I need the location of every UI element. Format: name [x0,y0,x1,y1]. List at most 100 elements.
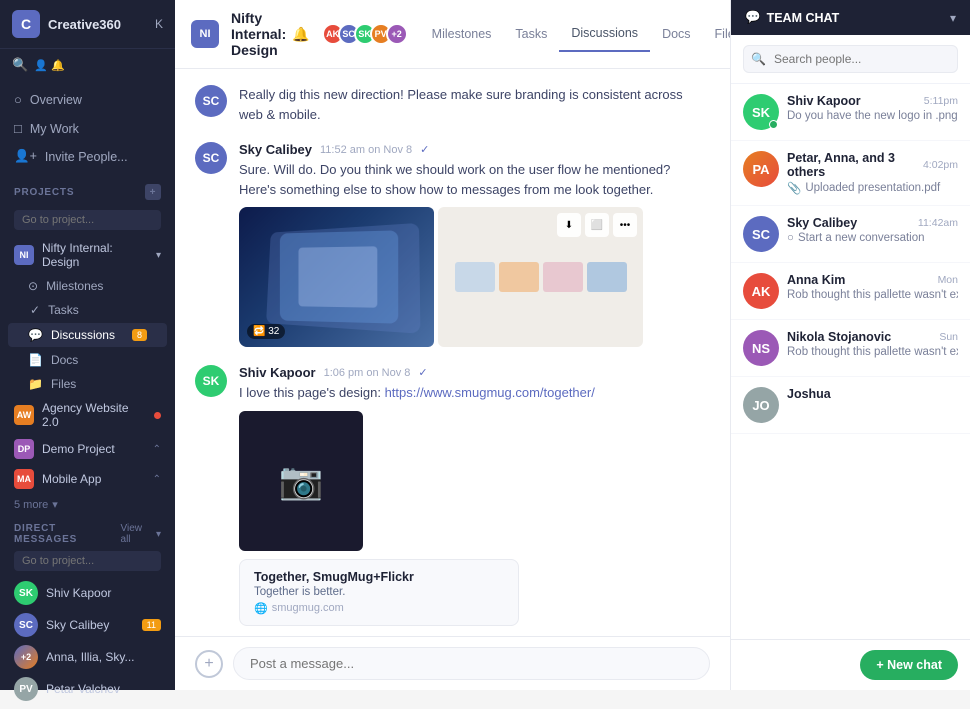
header-title: Nifty Internal: Design 🔔 [231,10,310,58]
chat-item-content-shiv: Shiv Kapoor 5:11pm Do you have the new l… [787,94,958,122]
chat-icon: 💬 [745,10,761,25]
ni-chevron: ▾ [156,250,161,261]
milestones-label: Milestones [46,279,103,293]
new-chat-button[interactable]: + New chat [860,650,958,680]
attachment-icon: 📎 [787,181,801,195]
chat-item-header: Joshua [787,387,958,401]
message-input[interactable] [233,647,710,680]
sidebar-item-files[interactable]: 📁 Files [0,372,175,396]
smugmug-link[interactable]: https://www.smugmug.com/together/ [385,385,595,400]
project-item-ni[interactable]: NI Nifty Internal: Design ▾ [0,236,175,274]
chat-list: SK Shiv Kapoor 5:11pm Do you have the ne… [731,84,970,639]
search-input-wrapper: 🔍 [743,45,958,73]
design-image-2[interactable]: ⬇ ⬜ ••• [438,207,643,347]
sidebar-item-mywork-label: My Work [30,122,79,136]
dm-item-shiv[interactable]: SK Shiv Kapoor [14,577,161,609]
chat-item-content-sky: Sky Calibey 11:42am ○ Start a new conver… [787,216,958,244]
chat-preview-sky: ○ Start a new conversation [787,232,958,244]
dm-header: DIRECT MESSAGES View all ▾ [14,523,161,545]
team-chat-header: 💬 TEAM CHAT ▾ [731,0,970,35]
search-icon: 🔍 [12,57,28,73]
chat-item-anna[interactable]: AK Anna Kim Mon Rob thought this pallett… [731,263,970,320]
msg3-author: Shiv Kapoor [239,365,316,380]
view-all-link[interactable]: View all ▾ [121,523,161,545]
msg2-author: Sky Calibey [239,142,312,157]
chat-item-group[interactable]: PA Petar, Anna, and 3 others 4:02pm 📎 Up… [731,141,970,206]
camera-icon: 📷 [279,460,324,502]
project-item-aw[interactable]: AW Agency Website 2.0 [0,396,175,434]
download-icon[interactable]: ⬇ [557,213,581,237]
chat-preview-anna: Rob thought this pallette wasn't exactly… [787,289,958,301]
mywork-icon: □ [14,121,22,136]
attach-button[interactable]: + [195,650,223,678]
msg1-content: Really dig this new direction! Please ma… [239,85,710,124]
aw-label: Agency Website 2.0 [42,401,146,429]
dm-item-group[interactable]: +2 Anna, Illia, Sky... [14,641,161,673]
collapse-button[interactable]: K [155,17,163,31]
tab-discussions[interactable]: Discussions [559,16,650,52]
project-search-input-wrapper [0,204,175,236]
dm-search-input[interactable] [14,551,161,571]
tab-docs[interactable]: Docs [650,16,702,52]
messages-area: SC Really dig this new direction! Please… [175,69,730,636]
chat-item-sky[interactable]: SC Sky Calibey 11:42am ○ Start a new con… [731,206,970,263]
chat-name-group: Petar, Anna, and 3 others [787,151,923,179]
logo-text: Creative360 [48,17,121,32]
chat-item-joshua[interactable]: JO Joshua [731,377,970,434]
tab-milestones[interactable]: Milestones [420,16,504,52]
link-card-title: Together, SmugMug+Flickr [254,570,504,584]
chat-name-shiv: Shiv Kapoor [787,94,861,108]
sidebar-item-tasks[interactable]: ✓ Tasks [0,298,175,322]
team-chat-chevron[interactable]: ▾ [950,11,956,25]
tab-tasks[interactable]: Tasks [503,16,559,52]
chat-item-content-anna: Anna Kim Mon Rob thought this pallette w… [787,273,958,301]
bell-icon: 🔔 [292,26,309,43]
chat-item-header: Sky Calibey 11:42am [787,216,958,230]
msg2-avatar: SC [195,142,227,174]
chat-item-content-joshua: Joshua [787,387,958,403]
message-row: SC Really dig this new direction! Please… [195,85,710,124]
sidebar-item-invite[interactable]: 👤+ Invite People... [0,143,175,170]
dm-item-petar[interactable]: PV Petar Valchev [14,673,161,705]
chat-item-content-nikola: Nikola Stojanovic Sun Rob thought this p… [787,330,958,358]
aw-avatar: AW [14,405,34,425]
dm-item-sky[interactable]: SC Sky Calibey 11 [14,609,161,641]
msg3-meta: Shiv Kapoor 1:06 pm on Nov 8 ✓ [239,365,710,380]
discussions-icon: 💬 [28,328,43,342]
sidebar-item-milestones[interactable]: ⊙ Milestones [0,274,175,298]
add-project-button[interactable]: + [145,184,161,200]
docs-label: Docs [51,353,78,367]
share-icon[interactable]: ⬜ [585,213,609,237]
photo-dark-bg[interactable]: 📷 [239,411,363,551]
project-item-ma[interactable]: MA Mobile App ⌃ [0,464,175,494]
ma-label: Mobile App [42,472,101,486]
sidebar-item-docs[interactable]: 📄 Docs [0,348,175,372]
chat-item-nikola[interactable]: NS Nikola Stojanovic Sun Rob thought thi… [731,320,970,377]
ma-avatar: MA [14,469,34,489]
sidebar-item-overview[interactable]: ○ Overview [0,85,175,114]
main-content: NI Nifty Internal: Design 🔔 AK SC SK PV … [175,0,730,690]
project-item-dp[interactable]: DP Demo Project ⌃ [0,434,175,464]
chat-item-shiv[interactable]: SK Shiv Kapoor 5:11pm Do you have the ne… [731,84,970,141]
sidebar-item-mywork[interactable]: □ My Work [0,114,175,143]
petar-name: Petar Valchev [46,682,120,696]
msg3-content: Shiv Kapoor 1:06 pm on Nov 8 ✓ I love th… [239,365,710,626]
sidebar-logo[interactable]: C Creative360 [12,10,121,38]
sidebar-item-discussions[interactable]: 💬 Discussions 8 [8,323,167,347]
files-label: Files [51,377,76,391]
more-icon[interactable]: ••• [613,213,637,237]
chat-avatar-shiv: SK [743,94,779,130]
shiv-name: Shiv Kapoor [46,586,111,600]
chat-avatar-sky: SC [743,216,779,252]
link-card[interactable]: Together, SmugMug+Flickr Together is bet… [239,559,519,626]
msg3-time: 1:06 pm on Nov 8 [324,367,411,379]
more-projects-link[interactable]: 5 more ▾ [0,494,175,515]
chat-avatar-anna: AK [743,273,779,309]
people-search-input[interactable] [743,45,958,73]
project-search-input[interactable] [14,210,161,230]
design-image-1[interactable]: 🔁 32 [239,207,434,347]
new-chat-label: + New chat [876,658,942,672]
ni-avatar: NI [14,245,34,265]
sky-avatar: SC [14,613,38,637]
sky-badge: 11 [142,619,161,631]
